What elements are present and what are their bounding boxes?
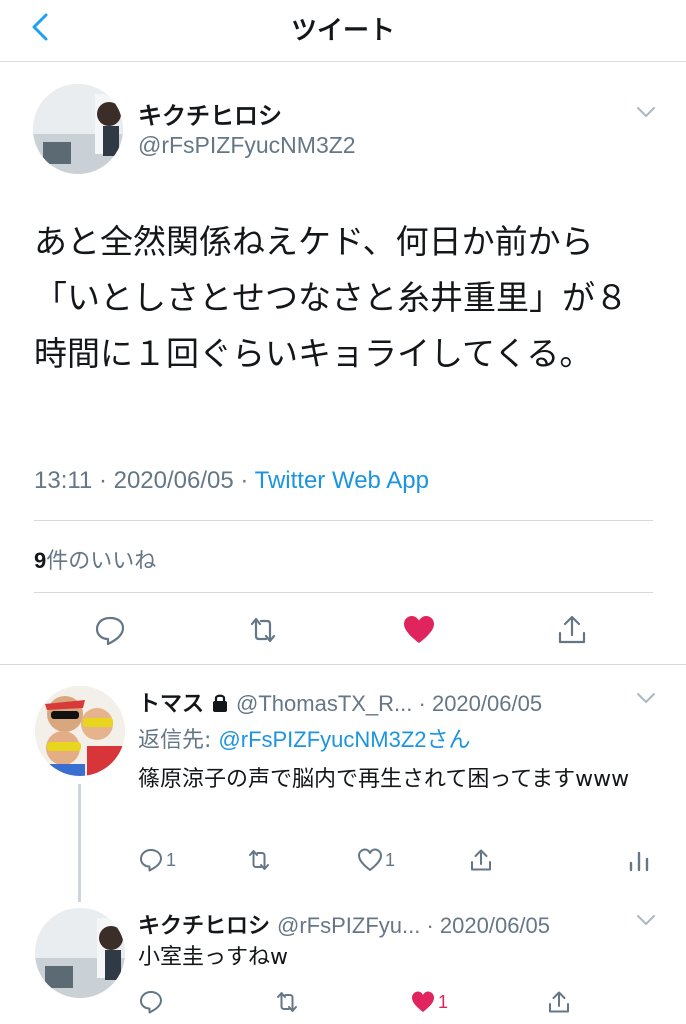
replying-to-handle[interactable]: @rFsPIZFyucNM3Z2さん [218, 727, 470, 752]
reply-button[interactable]: 1 [138, 845, 176, 875]
likes-label: 件のいいね [46, 549, 157, 574]
retweet-button[interactable] [246, 845, 272, 875]
reply-count: 1 [166, 849, 177, 870]
retweet-icon [277, 992, 297, 1012]
likes-count[interactable]: 9件のいいね [34, 543, 156, 575]
retweet-icon [249, 850, 269, 870]
tweet-meta: 13:11 · 2020/06/05 · Twitter Web App [34, 467, 429, 495]
reply-icon [140, 991, 162, 1014]
author-handle[interactable]: @rFsPIZFyucNM3Z2 [138, 132, 356, 159]
chevron-down-icon[interactable] [634, 104, 658, 120]
reply-author-name[interactable]: トマス [138, 692, 204, 717]
tweet-source[interactable]: Twitter Web App [255, 467, 429, 494]
avatar[interactable] [33, 84, 123, 174]
likes-number: 9 [34, 548, 47, 573]
like-button[interactable]: 1 [357, 845, 395, 875]
divider [34, 592, 653, 593]
heart-icon [358, 848, 382, 871]
reply-author-handle[interactable]: @ThomasTX_R... [236, 691, 412, 716]
reply-button[interactable] [138, 987, 164, 1017]
share-icon[interactable] [555, 613, 589, 647]
avatar[interactable] [35, 686, 125, 776]
like-count: 1 [438, 991, 449, 1012]
share-icon [549, 991, 569, 1013]
page-title: ツイート [290, 16, 395, 46]
tweet-timestamp[interactable]: 13:11 · 2020/06/05 · [34, 467, 255, 494]
top-bar: ツイート [0, 0, 686, 62]
heart-icon [412, 991, 434, 1012]
reply-text: 小室圭っすねw [138, 945, 288, 970]
share-icon [471, 849, 491, 871]
heart-icon[interactable] [402, 613, 436, 647]
share-button[interactable] [546, 987, 572, 1017]
reply-header: キクチヒロシ @rFsPIZFyu... · 2020/06/05 [138, 908, 550, 940]
share-button[interactable] [468, 845, 494, 875]
analytics-icon [629, 851, 649, 872]
reply-icon[interactable] [93, 613, 127, 647]
reply-header: トマス @ThomasTX_R... · 2020/06/05 [138, 686, 542, 718]
thread-line [78, 784, 81, 902]
chevron-down-icon[interactable] [634, 912, 658, 928]
reply-text: 篠原涼子の声で脳内で再生されて困ってますwww [138, 767, 630, 792]
author-name[interactable]: キクチヒロシ [138, 96, 282, 131]
reply-icon [140, 849, 162, 872]
lock-icon [213, 694, 228, 712]
retweet-button[interactable] [274, 987, 300, 1017]
chevron-down-icon[interactable] [634, 690, 658, 706]
divider [34, 520, 653, 521]
replying-to: 返信先: @rFsPIZFyucNM3Z2さん [138, 722, 471, 754]
tweet-text: あと全然関係ねえケド、何日か前から「いとしさとせつなさと糸井重里」が８時間に１回… [34, 222, 628, 373]
like-button[interactable]: 1 [410, 987, 448, 1017]
divider [0, 664, 686, 665]
like-count: 1 [385, 849, 396, 870]
analytics-button[interactable] [626, 845, 652, 875]
reply-date[interactable]: · 2020/06/05 [412, 691, 543, 716]
replying-label: 返信先: [138, 728, 219, 753]
reply-author-name[interactable]: キクチヒロシ [138, 914, 270, 939]
avatar[interactable] [35, 908, 125, 998]
retweet-icon[interactable] [246, 613, 280, 647]
reply-date[interactable]: · 2020/06/05 [420, 913, 550, 938]
reply-author-handle[interactable]: @rFsPIZFyu... [277, 913, 420, 938]
